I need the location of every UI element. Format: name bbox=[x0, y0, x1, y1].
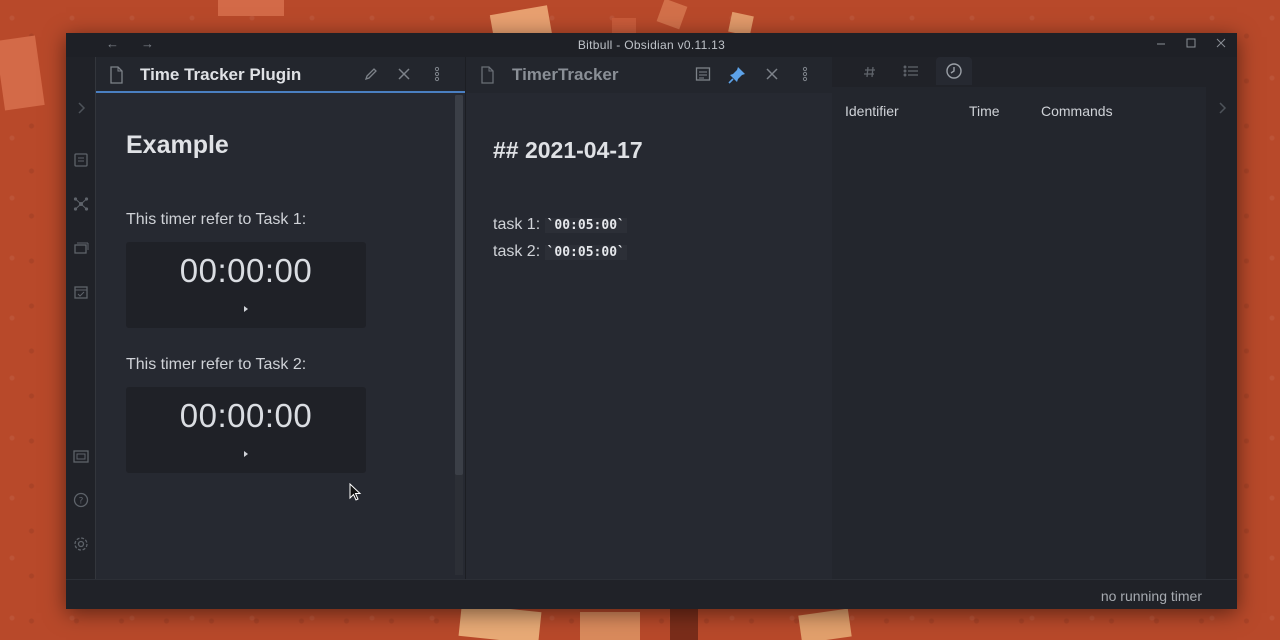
cards-icon[interactable] bbox=[73, 240, 89, 256]
tab-outline[interactable] bbox=[894, 57, 930, 85]
file-icon bbox=[108, 66, 124, 84]
svg-text:?: ? bbox=[79, 497, 84, 507]
wallpaper-leaf bbox=[458, 603, 542, 640]
wallpaper-leaf bbox=[612, 18, 636, 34]
sidebar-tabs bbox=[832, 57, 1206, 87]
right-sidebar: Identifier Time Commands bbox=[832, 57, 1206, 579]
task-line: task 2: `00:05:00` bbox=[493, 243, 627, 261]
open-file-icon[interactable] bbox=[73, 152, 89, 168]
wallpaper-trunk bbox=[670, 608, 698, 640]
wallpaper-leaf bbox=[580, 612, 640, 640]
timer-status: no running timer bbox=[1100, 588, 1202, 604]
more-options-icon[interactable] bbox=[428, 66, 446, 84]
pane1-scrollbar-thumb[interactable] bbox=[455, 95, 463, 475]
close-pane-icon[interactable] bbox=[763, 66, 781, 84]
title-bar: ← → Bitbull - Obsidian v0.11.13 bbox=[66, 33, 1237, 57]
vault-icon[interactable] bbox=[73, 448, 89, 464]
wallpaper-leaf bbox=[798, 608, 852, 640]
wallpaper-leaf bbox=[218, 0, 284, 16]
pane-title: TimerTracker bbox=[512, 65, 619, 84]
task-label: task 1: bbox=[493, 216, 545, 233]
wallpaper-leaf bbox=[656, 0, 688, 30]
left-ribbon: ? bbox=[66, 57, 96, 579]
reading-view-icon[interactable] bbox=[694, 66, 712, 84]
timer1-widget: 00:00:00 bbox=[126, 242, 366, 328]
expand-sidebar-chevron-icon[interactable] bbox=[73, 100, 89, 116]
tab-time-tracker[interactable] bbox=[936, 57, 972, 85]
task-time-code: `00:05:00` bbox=[544, 245, 627, 260]
wallpaper-leaf bbox=[0, 35, 45, 111]
minimize-icon[interactable] bbox=[1156, 37, 1166, 51]
editor-pane-time-tracker-plugin: Time Tracker Plugin Example This timer r… bbox=[96, 57, 465, 579]
task-line: task 1: `00:05:00` bbox=[493, 216, 627, 234]
graph-view-icon[interactable] bbox=[73, 196, 89, 212]
expand-right-sidebar-chevron-icon[interactable] bbox=[1214, 100, 1230, 121]
maximize-icon[interactable] bbox=[1186, 37, 1196, 51]
timer1-display: 00:00:00 bbox=[179, 252, 313, 289]
column-header-identifier: Identifier bbox=[845, 103, 899, 119]
mouse-cursor-icon bbox=[349, 482, 363, 503]
close-pane-icon[interactable] bbox=[395, 66, 413, 84]
close-window-icon[interactable] bbox=[1216, 37, 1226, 51]
example-heading: Example bbox=[126, 131, 229, 159]
column-header-time: Time bbox=[969, 103, 1000, 119]
editor-pane-timertracker: TimerTracker ## 2021-04-17 task 1: `00:0… bbox=[465, 57, 832, 579]
timer1-play-icon[interactable] bbox=[241, 304, 251, 314]
timer2-label: This timer refer to Task 2: bbox=[126, 356, 307, 373]
pane-title: Time Tracker Plugin bbox=[140, 65, 302, 84]
right-ribbon bbox=[1206, 57, 1237, 579]
tab-tags[interactable] bbox=[854, 57, 890, 85]
timer2-play-icon[interactable] bbox=[241, 449, 251, 459]
task-label: task 2: bbox=[493, 243, 545, 260]
settings-gear-icon[interactable] bbox=[73, 536, 89, 552]
status-bar: no running timer bbox=[66, 579, 1237, 609]
app-window: ← → Bitbull - Obsidian v0.11.13 ? Time T… bbox=[66, 33, 1237, 609]
pane-header: Time Tracker Plugin bbox=[96, 57, 465, 93]
window-title: Bitbull - Obsidian v0.11.13 bbox=[577, 38, 726, 52]
pane-header: TimerTracker bbox=[466, 57, 832, 93]
pin-icon[interactable] bbox=[728, 66, 746, 84]
task-time-code: `00:05:00` bbox=[544, 218, 627, 233]
date-heading: ## 2021-04-17 bbox=[493, 137, 643, 163]
file-icon bbox=[479, 66, 495, 84]
help-icon[interactable]: ? bbox=[73, 492, 89, 508]
more-options-icon[interactable] bbox=[796, 66, 814, 84]
calendar-icon[interactable] bbox=[73, 284, 89, 300]
timer2-widget: 00:00:00 bbox=[126, 387, 366, 473]
column-header-commands: Commands bbox=[1041, 103, 1113, 119]
edit-pencil-icon[interactable] bbox=[362, 66, 380, 84]
timer2-display: 00:00:00 bbox=[179, 397, 313, 434]
timer1-label: This timer refer to Task 1: bbox=[126, 211, 307, 228]
